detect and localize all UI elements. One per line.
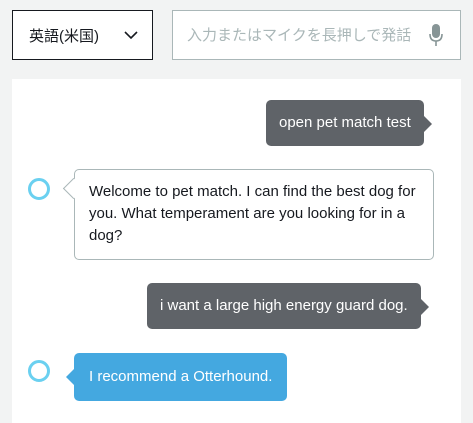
alexa-avatar-icon	[28, 178, 50, 200]
alexa-message: Welcome to pet match. I can find the bes…	[74, 169, 434, 260]
message-text: Welcome to pet match. I can find the bes…	[89, 183, 416, 244]
language-select-value: 英語(米国)	[29, 27, 99, 45]
language-select[interactable]: 英語(米国)	[12, 10, 153, 60]
utterance-input-container	[172, 10, 461, 60]
microphone-icon[interactable]	[426, 22, 446, 48]
utterance-input[interactable]	[187, 26, 418, 44]
user-message: i want a large high energy guard dog.	[147, 283, 429, 329]
message-text: I recommend a Otterhound.	[89, 368, 273, 385]
user-message: open pet match test	[266, 100, 432, 146]
alexa-message: I recommend a Otterhound.	[65, 353, 288, 401]
message-text: i want a large high energy guard dog.	[160, 297, 408, 314]
conversation-panel: open pet match test Welcome to pet match…	[12, 79, 461, 423]
alexa-avatar-icon	[28, 360, 50, 382]
message-text: open pet match test	[279, 114, 411, 131]
chevron-down-icon	[124, 28, 138, 42]
